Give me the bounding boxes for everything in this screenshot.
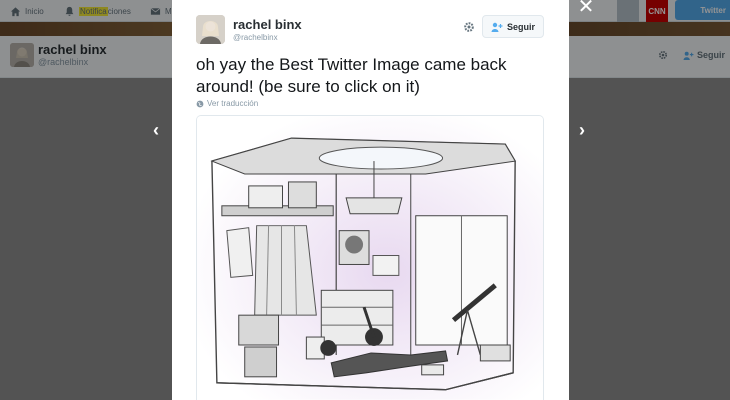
gear-icon[interactable]: [462, 20, 476, 34]
room-illustration: [197, 116, 543, 400]
tweet-modal: rachel binx @rachelbinx Seguir oh yay th…: [172, 0, 569, 400]
globe-icon: [196, 100, 204, 107]
tweet-author-name[interactable]: rachel binx: [233, 17, 302, 32]
avatar[interactable]: [196, 15, 225, 44]
follow-button-label: Seguir: [506, 21, 535, 32]
tweet-text: oh yay the Best Twitter Image came back …: [196, 55, 507, 96]
translate-link-label: Ver traducción: [207, 99, 259, 108]
close-icon[interactable]: ✕: [577, 0, 595, 17]
translate-link[interactable]: Ver traducción: [196, 99, 258, 108]
next-arrow-icon[interactable]: ›: [575, 120, 589, 140]
previous-arrow-icon[interactable]: ‹: [149, 120, 163, 140]
tweet-image[interactable]: [196, 115, 544, 400]
tweet-author-handle[interactable]: @rachelbinx: [233, 33, 278, 42]
follow-button[interactable]: Seguir: [482, 15, 544, 38]
add-user-icon: [491, 22, 503, 32]
